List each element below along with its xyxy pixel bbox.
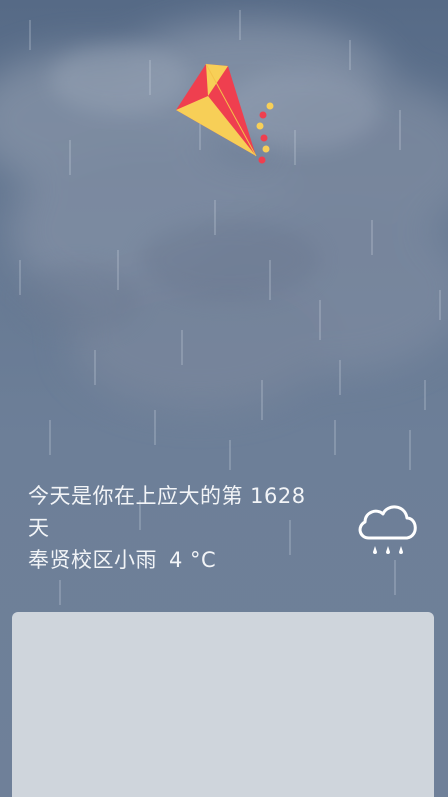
greeting-message: 今天是你在上应大的第 1628 天 奉贤校区小雨 4 °C xyxy=(28,480,368,576)
days-count-text: 今天是你在上应大的第 1628 xyxy=(28,484,306,508)
campus-weather-line: 奉贤校区小雨 4 °C xyxy=(28,544,368,576)
kite-icon xyxy=(176,63,274,164)
cloud-rain-icon xyxy=(358,505,417,554)
weather-scene: 今天是你在上应大的第 1628 天 奉贤校区小雨 4 °C xyxy=(0,0,448,797)
temperature-text: 4 °C xyxy=(169,548,217,572)
campus-weather-text: 奉贤校区小雨 xyxy=(28,548,157,572)
content-panel xyxy=(12,612,434,797)
days-unit-text: 天 xyxy=(28,516,50,540)
